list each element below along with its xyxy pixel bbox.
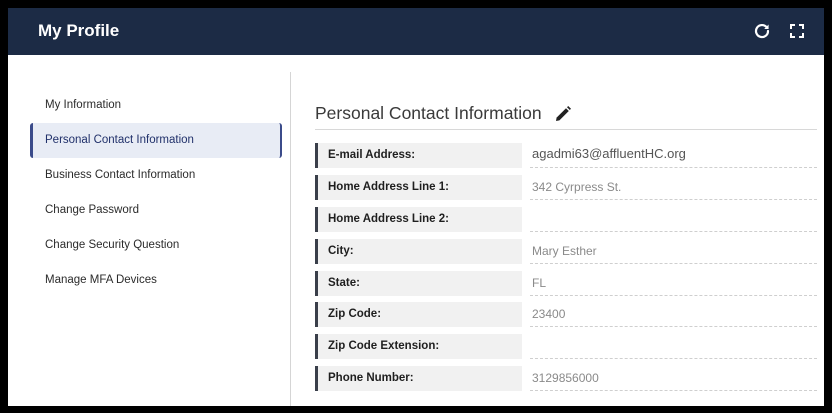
field-value: FL — [530, 271, 817, 296]
field-value: 3129856000 — [530, 366, 817, 392]
field-value: 342 Cyrpress St. — [530, 175, 817, 200]
profile-sidebar: My Information Personal Contact Informat… — [30, 88, 282, 298]
sidebar-item-manage-mfa-devices[interactable]: Manage MFA Devices — [30, 263, 282, 298]
field-label: Phone Number: — [315, 366, 522, 392]
sidebar-item-label: My Information — [45, 99, 122, 111]
field-label: E-mail Address: — [315, 143, 522, 168]
sidebar-item-label: Personal Contact Information — [45, 134, 194, 146]
section-header: Personal Contact Information — [315, 98, 817, 130]
field-label: Zip Code Extension: — [315, 334, 522, 360]
refresh-icon[interactable] — [751, 20, 773, 42]
field-value: Mary Esther — [530, 239, 817, 264]
sidebar-divider — [290, 72, 291, 406]
sidebar-item-label: Change Password — [45, 204, 139, 216]
field-row-city: City: Mary Esther — [315, 237, 817, 269]
field-label: Home Address Line 2: — [315, 206, 522, 232]
field-row-state: State: FL — [315, 269, 817, 301]
field-row-zip-code-extension: Zip Code Extension: — [315, 332, 817, 364]
page-title: My Profile — [38, 21, 120, 40]
sidebar-item-label: Change Security Question — [45, 239, 180, 251]
fullscreen-icon[interactable] — [786, 20, 808, 42]
field-row-zip-code: Zip Code: 23400 — [315, 300, 817, 332]
field-row-home-address-line-1: Home Address Line 1: 342 Cyrpress St. — [315, 173, 817, 205]
sidebar-item-change-password[interactable]: Change Password — [30, 193, 282, 228]
section-title: Personal Contact Information — [315, 103, 542, 123]
field-value — [530, 334, 817, 360]
field-value: 23400 — [530, 302, 817, 328]
sidebar-item-business-contact-information[interactable]: Business Contact Information — [30, 158, 282, 193]
field-row-phone-number: Phone Number: 3129856000 — [315, 364, 817, 396]
sidebar-item-label: Business Contact Information — [45, 169, 196, 181]
field-row-home-address-line-2: Home Address Line 2: — [315, 205, 817, 237]
field-label: State: — [315, 270, 522, 296]
pencil-icon[interactable] — [554, 105, 572, 123]
field-label: Home Address Line 1: — [315, 174, 522, 200]
contact-fields: E-mail Address: agadmi63@affluentHC.org … — [315, 141, 817, 396]
sidebar-item-my-information[interactable]: My Information — [30, 88, 282, 123]
profile-window: My Profile My Information Personal Conta… — [8, 8, 824, 406]
field-value: agadmi63@affluentHC.org — [530, 143, 817, 168]
sidebar-item-personal-contact-information[interactable]: Personal Contact Information — [30, 123, 282, 158]
sidebar-item-change-security-question[interactable]: Change Security Question — [30, 228, 282, 263]
field-row-email: E-mail Address: agadmi63@affluentHC.org — [315, 141, 817, 173]
contact-info-panel: Personal Contact Information E-mail Addr… — [315, 98, 817, 396]
field-label: City: — [315, 238, 522, 264]
sidebar-item-label: Manage MFA Devices — [45, 274, 157, 286]
field-value — [530, 207, 817, 232]
header-bar: My Profile — [8, 8, 824, 55]
field-label: Zip Code: — [315, 302, 522, 328]
